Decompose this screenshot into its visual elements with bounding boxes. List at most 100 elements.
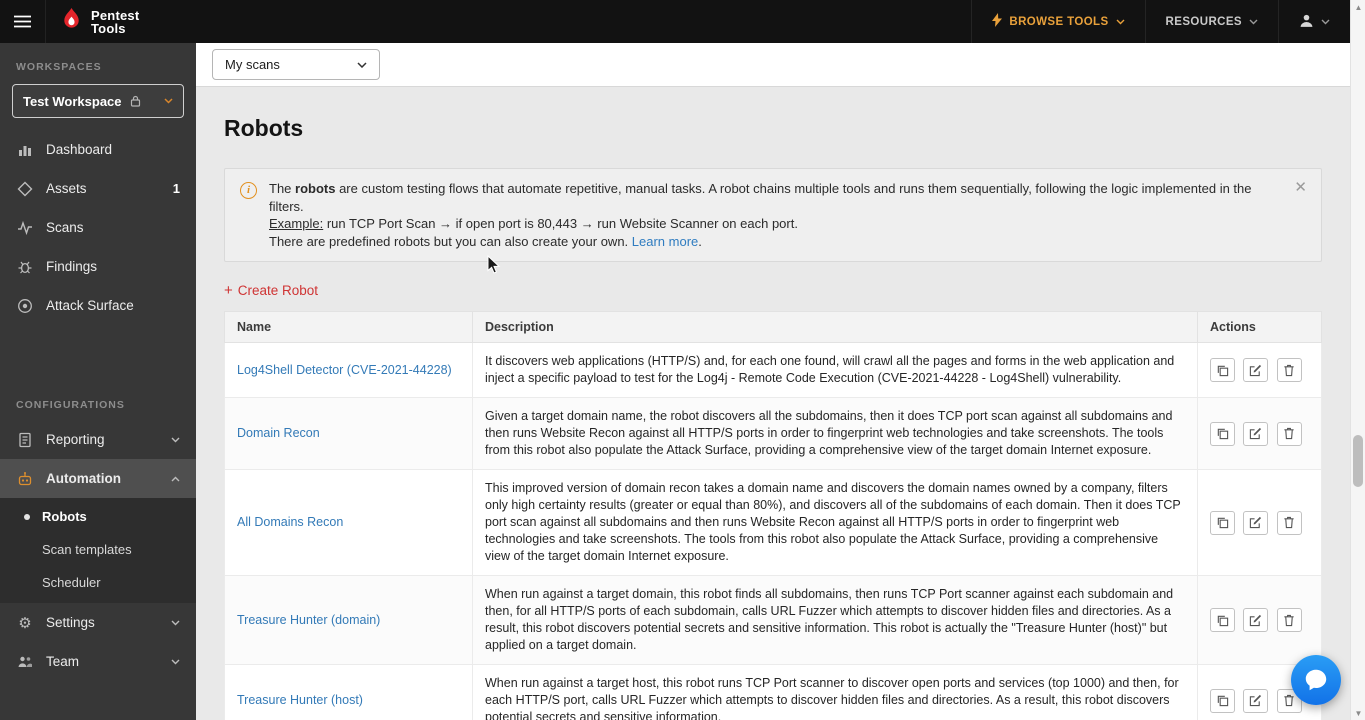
duplicate-robot-button[interactable] [1210, 688, 1235, 713]
table-row: Treasure Hunter (domain) When run agains… [224, 575, 1322, 665]
lightning-bolt-icon [992, 13, 1003, 30]
learn-more-link[interactable]: Learn more [632, 234, 698, 249]
scrollbar[interactable]: ▲ ▼ [1350, 0, 1365, 720]
chevron-down-icon [1321, 19, 1330, 25]
edit-robot-button[interactable] [1243, 608, 1269, 632]
sidebar-item-label: Assets [46, 181, 87, 196]
banner-line-1: The robots are custom testing flows that… [269, 181, 1252, 214]
sidebar-item-team[interactable]: Team [0, 642, 196, 681]
scan-context-bar: My scans [196, 43, 1350, 87]
sidebar-item-label: Dashboard [46, 142, 113, 157]
sidebar-item-label: Findings [46, 259, 98, 274]
report-icon [16, 432, 34, 448]
scroll-down-arrow[interactable]: ▼ [1351, 706, 1365, 720]
sidebar-subitem-label: Scan templates [42, 542, 132, 557]
delete-robot-button[interactable] [1276, 608, 1302, 632]
sidebar-item-label: Reporting [46, 432, 105, 447]
sidebar-item-automation[interactable]: Automation [0, 459, 196, 498]
chat-icon [1303, 667, 1329, 693]
robot-icon [16, 471, 34, 487]
edit-robot-button[interactable] [1243, 358, 1269, 382]
plus-icon: + [224, 282, 233, 299]
dashboard-icon [16, 142, 34, 158]
delete-robot-button[interactable] [1276, 421, 1302, 446]
edit-robot-button[interactable] [1243, 421, 1269, 446]
sidebar-item-assets[interactable]: Assets 1 [0, 169, 196, 208]
robot-description: When run against a target domain, this r… [472, 575, 1198, 665]
delete-robot-button[interactable] [1276, 358, 1302, 382]
pentest-tools-logo-mark [60, 7, 83, 37]
sidebar-item-scan-templates[interactable]: Scan templates [0, 533, 196, 566]
configurations-section-label: CONFIGURATIONS [16, 399, 125, 411]
hamburger-menu-icon[interactable] [0, 0, 46, 43]
automation-submenu: Robots Scan templates Scheduler [0, 498, 196, 603]
duplicate-robot-button[interactable] [1210, 510, 1235, 535]
create-robot-button[interactable]: + Create Robot [224, 283, 318, 298]
sidebar-item-label: Scans [46, 220, 84, 235]
robot-name-link[interactable]: Domain Recon [237, 426, 320, 440]
active-item-dot [24, 514, 30, 520]
sidebar-item-label: Attack Surface [46, 298, 134, 313]
chevron-down-icon [171, 437, 180, 443]
sidebar-item-label: Automation [46, 471, 121, 486]
workspaces-section-label: WORKSPACES [16, 61, 102, 73]
workspace-name: Test Workspace [23, 93, 122, 109]
chevron-down-icon [164, 98, 173, 104]
chat-widget-button[interactable] [1291, 655, 1341, 705]
pentest-tools-logo[interactable]: Pentest Tools [46, 7, 153, 37]
robot-name-link[interactable]: Treasure Hunter (domain) [237, 613, 380, 627]
assets-icon [16, 181, 34, 197]
robots-table: Name Description Actions Log4Shell Detec… [224, 311, 1322, 720]
scroll-up-arrow[interactable]: ▲ [1351, 0, 1365, 14]
resources-label: RESOURCES [1165, 15, 1242, 28]
sidebar-item-label: Team [46, 654, 80, 669]
attack-surface-icon [16, 298, 34, 314]
table-header-row: Name Description Actions [224, 311, 1322, 343]
close-icon[interactable]: ✕ [1294, 179, 1307, 197]
sidebar-item-reporting[interactable]: Reporting [0, 420, 196, 459]
sidebar-item-label: Settings [46, 615, 95, 630]
assets-count-badge: 1 [172, 181, 180, 196]
sidebar-item-scans[interactable]: Scans [0, 208, 196, 247]
create-robot-label: Create Robot [237, 283, 319, 298]
browse-tools-menu[interactable]: BROWSE TOOLS [971, 0, 1144, 43]
duplicate-robot-button[interactable] [1210, 358, 1235, 382]
sidebar-item-dashboard[interactable]: Dashboard [0, 130, 196, 169]
bug-icon [16, 259, 34, 275]
duplicate-robot-button[interactable] [1210, 421, 1235, 446]
sidebar-subitem-label: Robots [42, 509, 87, 524]
edit-robot-button[interactable] [1243, 688, 1269, 713]
resources-menu[interactable]: RESOURCES [1144, 0, 1278, 43]
chevron-down-icon [1249, 19, 1258, 25]
my-scans-select[interactable]: My scans [212, 49, 380, 80]
sidebar-item-robots[interactable]: Robots [0, 500, 196, 533]
user-icon [1299, 13, 1314, 31]
robot-name-link[interactable]: Treasure Hunter (host) [237, 693, 363, 707]
robot-name-link[interactable]: Log4Shell Detector (CVE-2021-44228) [237, 363, 452, 377]
delete-robot-button[interactable] [1276, 510, 1302, 535]
sidebar-item-attack-surface[interactable]: Attack Surface [0, 286, 196, 325]
scrollbar-thumb[interactable] [1353, 435, 1363, 487]
sidebar-item-scheduler[interactable]: Scheduler [0, 566, 196, 599]
chevron-down-icon [171, 620, 180, 626]
logo-text: Pentest Tools [91, 7, 140, 36]
sidebar-item-findings[interactable]: Findings [0, 247, 196, 286]
chevron-up-icon [171, 476, 180, 482]
robot-description: Given a target domain name, the robot di… [472, 397, 1198, 470]
robots-info-banner: i The robots are custom testing flows th… [224, 168, 1322, 262]
column-header-actions: Actions [1197, 311, 1322, 343]
account-menu[interactable] [1278, 0, 1350, 43]
table-row: All Domains Recon This improved version … [224, 469, 1322, 576]
top-navigation-bar: Pentest Tools BROWSE TOOLS RESOURCES [0, 0, 1365, 43]
sidebar: WORKSPACES Test Workspace Dashboard Asse… [0, 43, 196, 720]
duplicate-robot-button[interactable] [1210, 608, 1235, 632]
robot-name-link[interactable]: All Domains Recon [237, 515, 343, 529]
sidebar-item-settings[interactable]: ⚙ Settings [0, 603, 196, 642]
main-content: My scans Robots i The robots are custom … [196, 43, 1350, 720]
info-icon: i [240, 182, 257, 199]
column-header-name: Name [224, 311, 473, 343]
workspace-selector[interactable]: Test Workspace [12, 84, 184, 118]
browse-tools-label: BROWSE TOOLS [1009, 15, 1109, 28]
table-row: Log4Shell Detector (CVE-2021-44228) It d… [224, 342, 1322, 398]
edit-robot-button[interactable] [1243, 510, 1269, 535]
